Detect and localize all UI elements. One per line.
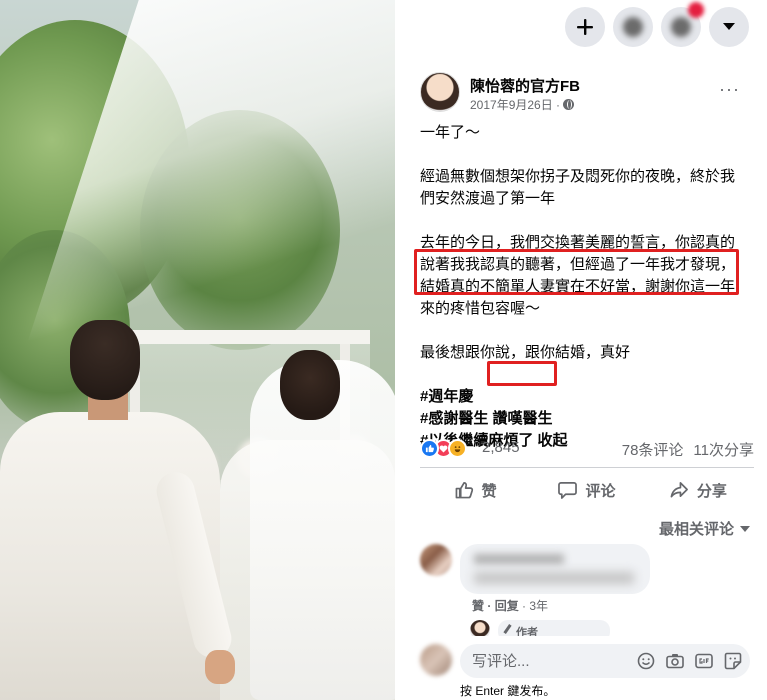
camera-icon[interactable] bbox=[666, 652, 684, 670]
thumbs-up-icon bbox=[455, 482, 473, 499]
account-menu-button[interactable] bbox=[709, 7, 749, 47]
groom-head bbox=[70, 320, 140, 400]
post-line: 一年了～ bbox=[420, 124, 481, 141]
comment-label: 评论 bbox=[585, 482, 616, 500]
bell-icon bbox=[671, 17, 691, 37]
messenger-icon bbox=[623, 17, 643, 37]
post-date[interactable]: 2017年9月26日 · bbox=[470, 98, 560, 112]
comment-sort-dropdown[interactable]: 最相关评论 bbox=[659, 518, 750, 539]
caret-down-icon bbox=[740, 526, 750, 532]
comment-input[interactable] bbox=[472, 644, 632, 678]
my-avatar[interactable] bbox=[420, 644, 452, 676]
comment-reply-link[interactable]: · 回复 bbox=[487, 599, 518, 613]
share-label: 分享 bbox=[696, 482, 727, 500]
comment-bubble bbox=[460, 544, 650, 594]
comment-icon bbox=[558, 482, 578, 499]
haha-reaction-icon bbox=[448, 439, 467, 458]
comment-like-link[interactable]: 贊 bbox=[472, 599, 484, 613]
post-more-button[interactable]: ··· bbox=[719, 80, 740, 98]
like-reaction-icon bbox=[420, 439, 439, 458]
messenger-button[interactable] bbox=[613, 7, 653, 47]
comment-meta: 贊 · 回复 · 3年 bbox=[472, 597, 548, 614]
commenter-avatar[interactable] bbox=[420, 544, 452, 576]
emoji-icon[interactable] bbox=[637, 652, 655, 670]
author-badge: 作者 bbox=[498, 620, 610, 636]
comment-button[interactable]: 评论 bbox=[531, 472, 642, 508]
share-arrow-icon bbox=[670, 482, 688, 498]
bride-head bbox=[280, 350, 340, 420]
hashtag-link[interactable]: #感謝醫生 bbox=[420, 410, 488, 427]
comment-text-blurred bbox=[474, 572, 634, 584]
divider bbox=[420, 467, 754, 468]
reaction-count[interactable]: 2,845 bbox=[482, 439, 520, 456]
groom-hand bbox=[205, 650, 235, 684]
reply-avatar bbox=[470, 620, 490, 636]
post-photo[interactable] bbox=[0, 0, 395, 700]
share-button[interactable]: 分享 bbox=[643, 472, 754, 508]
author-reply-preview[interactable]: 作者 bbox=[470, 620, 650, 636]
notification-badge bbox=[688, 2, 704, 18]
sticker-icon[interactable] bbox=[724, 652, 742, 670]
comment-count[interactable]: 78条评论 bbox=[622, 442, 684, 459]
reactions-bar: 2,845 78条评论 11次分享 bbox=[420, 437, 754, 461]
share-count[interactable]: 11次分享 bbox=[693, 442, 754, 459]
comment-time[interactable]: · 3年 bbox=[522, 599, 548, 613]
composer-hint: 按 Enter 鍵发布。 bbox=[460, 684, 556, 698]
highlight-box bbox=[487, 361, 557, 386]
pencil-icon bbox=[503, 624, 512, 634]
like-button[interactable]: 赞 bbox=[420, 472, 531, 508]
comment-composer[interactable] bbox=[460, 644, 750, 678]
plus-icon bbox=[577, 19, 593, 35]
post-line: 最後想跟你說，跟你結婚，真好 bbox=[420, 344, 631, 361]
post-line: 經過無數個想架你拐子及悶死你的夜晚，終於我 bbox=[420, 168, 736, 185]
hashtag-link[interactable]: #週年慶 bbox=[420, 388, 473, 405]
photo-bride bbox=[220, 350, 395, 700]
post-timestamp[interactable]: 2017年9月26日 · bbox=[470, 96, 575, 113]
page-avatar[interactable] bbox=[420, 72, 460, 112]
post-line: 來的疼惜包容喔～ bbox=[420, 300, 541, 317]
author-badge-label: 作者 bbox=[516, 627, 538, 636]
top-navigation bbox=[395, 0, 767, 56]
highlight-box bbox=[414, 249, 739, 295]
page-name[interactable]: 陳怡蓉的官方FB bbox=[470, 75, 580, 96]
photo-groom bbox=[0, 320, 236, 700]
post-panel: 陳怡蓉的官方FB 2017年9月26日 · ··· 一年了～ 經過無數個想架你拐… bbox=[404, 64, 767, 700]
post-line: 們安然渡過了第一年 bbox=[420, 190, 556, 207]
caret-down-icon bbox=[723, 23, 735, 30]
sort-label: 最相关评论 bbox=[658, 521, 734, 538]
like-label: 赞 bbox=[481, 482, 497, 500]
hashtag-link[interactable]: 讚嘆醫生 bbox=[493, 410, 553, 427]
composer-icons bbox=[626, 652, 742, 670]
gif-icon[interactable] bbox=[695, 652, 713, 670]
post-actions: 赞 评论 分享 bbox=[420, 472, 754, 508]
create-button[interactable] bbox=[565, 7, 605, 47]
engagement-counts: 78条评论 11次分享 bbox=[612, 439, 754, 460]
globe-icon bbox=[563, 99, 575, 110]
commenter-name-blurred bbox=[474, 554, 564, 564]
